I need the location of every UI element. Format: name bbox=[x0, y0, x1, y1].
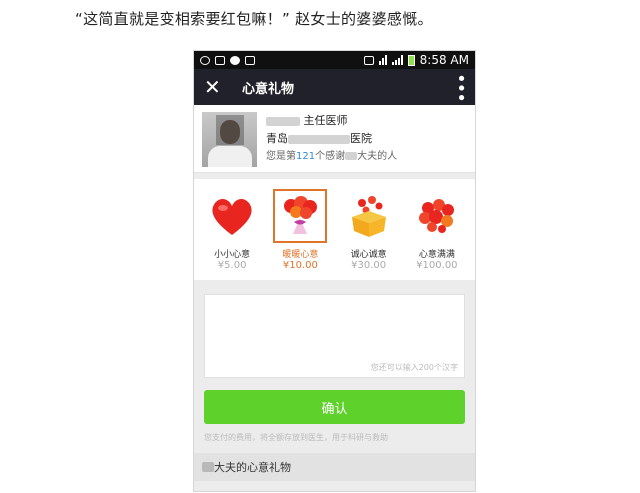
redacted-hospital bbox=[288, 134, 350, 144]
doctor-card: 主任医师 青岛 医院 您是第121个感谢 大夫的人 bbox=[194, 105, 475, 173]
clock: 8:58 AM bbox=[419, 53, 469, 67]
wechat-icon bbox=[230, 55, 240, 65]
gift-box-icon bbox=[351, 196, 386, 237]
heart-bouquet-icon bbox=[418, 199, 454, 233]
balloons-icon bbox=[284, 196, 318, 234]
close-icon[interactable]: ✕ bbox=[204, 77, 226, 97]
notification-icon bbox=[200, 55, 210, 65]
page-title: 心意礼物 bbox=[242, 81, 295, 97]
thanks-middle: 个感谢 bbox=[315, 151, 346, 162]
download-icon bbox=[245, 55, 255, 65]
status-bar: 8:58 AM bbox=[194, 51, 475, 69]
more-vertical-icon[interactable]: ••• bbox=[450, 73, 471, 102]
signal-icon bbox=[391, 55, 403, 65]
hospital-prefix: 青岛 bbox=[266, 132, 288, 145]
image-icon bbox=[215, 55, 225, 65]
gift-price: ¥5.00 bbox=[217, 260, 247, 271]
gift-option-3[interactable]: 诚心诚意 ¥30.00 bbox=[339, 191, 399, 271]
gift-option-4[interactable]: 心意满满 ¥100.00 bbox=[407, 191, 467, 271]
caption: “这简直就是变相索要红包嘛！” 赵女士的婆婆感慨。 bbox=[75, 10, 433, 28]
title-bar: ✕ 心意礼物 ••• bbox=[194, 69, 475, 105]
gift-name: 暖暖心意 bbox=[282, 250, 319, 260]
thanks-count: 121 bbox=[296, 151, 316, 162]
redacted-doctor bbox=[345, 152, 358, 160]
confirm-button[interactable]: 确认 bbox=[204, 390, 465, 424]
wifi-icon bbox=[378, 55, 387, 65]
heart-icon bbox=[212, 199, 252, 235]
message-input[interactable]: 您还可以输入200个汉字 bbox=[204, 294, 465, 378]
thanks-prefix: 您是第 bbox=[266, 151, 296, 162]
gift-name: 心意满满 bbox=[418, 250, 455, 260]
redacted-doctor-name bbox=[202, 462, 214, 472]
section-title: 大夫的心意礼物 bbox=[214, 461, 291, 474]
nfc-icon bbox=[363, 55, 374, 65]
redacted-name bbox=[266, 116, 300, 126]
gift-options: 小小心意 ¥5.00 暖暖心意 ¥10.00 诚心诚意 ¥30.00 心意满满 … bbox=[194, 179, 475, 280]
gift-option-2[interactable]: 暖暖心意 ¥10.00 bbox=[270, 189, 330, 271]
gift-name: 诚心诚意 bbox=[350, 250, 387, 260]
doctor-title: 主任医师 bbox=[303, 114, 348, 127]
section-header: 大夫的心意礼物 bbox=[194, 453, 475, 481]
battery-icon bbox=[407, 54, 415, 66]
gift-price: ¥30.00 bbox=[351, 260, 387, 271]
gift-option-1[interactable]: 小小心意 ¥5.00 bbox=[202, 191, 262, 271]
payment-note: 您支付的费用，将全额存放到医生，用于科研与救助 bbox=[204, 433, 388, 442]
thanks-suffix: 大夫的人 bbox=[357, 151, 398, 162]
phone-screenshot: 8:58 AM ✕ 心意礼物 ••• 主任医师 青岛 医院 您是第121个感谢 大夫… bbox=[194, 51, 475, 491]
gift-price: ¥10.00 bbox=[282, 260, 318, 271]
char-counter: 您还可以输入200个汉字 bbox=[370, 363, 458, 372]
avatar bbox=[202, 112, 257, 167]
gift-price: ¥100.00 bbox=[416, 260, 458, 271]
hospital-suffix: 医院 bbox=[350, 132, 372, 145]
gift-name: 小小心意 bbox=[214, 250, 251, 260]
